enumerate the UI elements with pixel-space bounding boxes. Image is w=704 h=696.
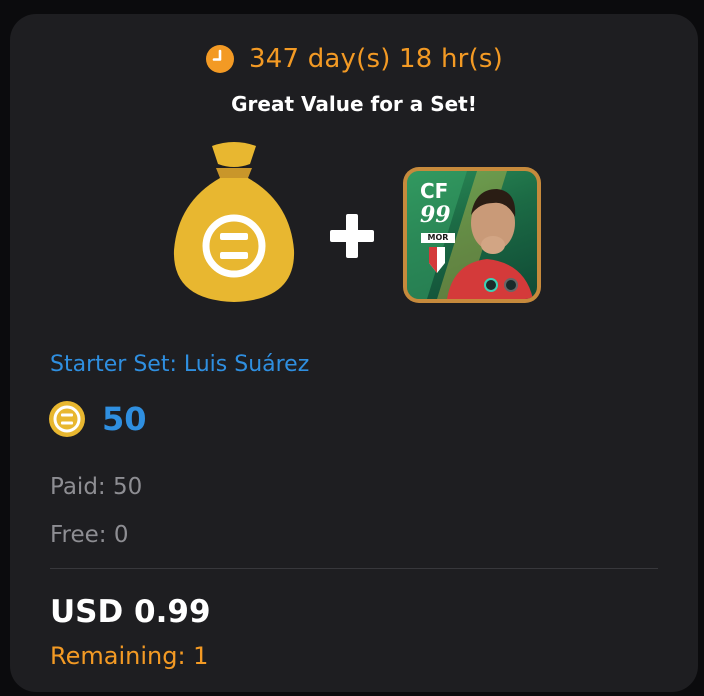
timer-text: 347 day(s) 18 hr(s) [249, 44, 503, 74]
club-crest-icon [429, 247, 445, 273]
remaining-count: Remaining: 1 [50, 642, 209, 670]
coin-bag-icon [173, 142, 295, 302]
set-name: Starter Set: Luis Suárez [50, 352, 310, 377]
coin-amount: 50 [102, 400, 147, 438]
coin-price-row: 50 [48, 400, 147, 438]
player-card-art: CF 99 MOR [407, 171, 537, 299]
player-club: MOR [421, 233, 455, 243]
player-position: CF [420, 179, 449, 203]
free-coins: Free: 0 [50, 522, 129, 548]
purchase-price[interactable]: USD 0.99 [50, 594, 211, 630]
offer-card[interactable]: 347 day(s) 18 hr(s) Great Value for a Se… [10, 14, 698, 692]
plus-icon [330, 214, 374, 258]
player-rating: 99 [420, 202, 451, 228]
coin-icon [49, 401, 85, 437]
offer-subtitle: Great Value for a Set! [231, 92, 477, 116]
paid-coins: Paid: 50 [50, 474, 143, 500]
clock-icon [206, 45, 235, 73]
player-card[interactable]: CF 99 MOR [403, 167, 541, 303]
offer-timer: 347 day(s) 18 hr(s) [10, 44, 698, 74]
divider [50, 568, 658, 569]
